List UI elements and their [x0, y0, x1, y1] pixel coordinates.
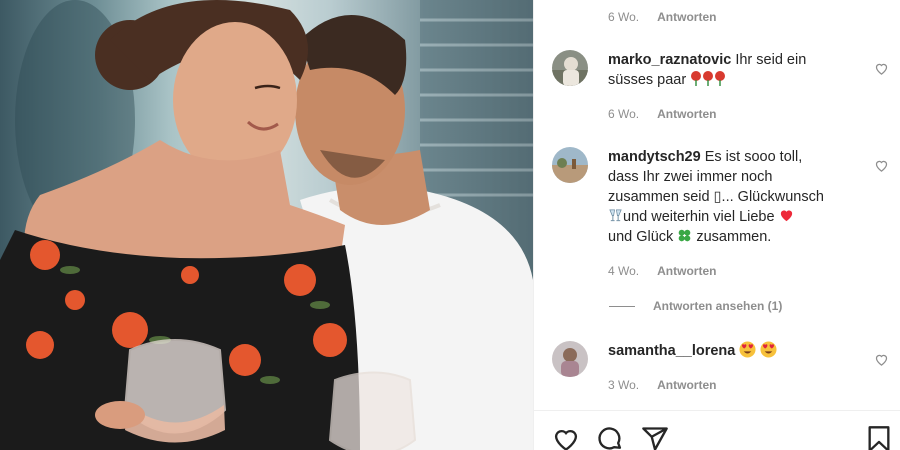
- comment-body-line4: und weiterhin viel Liebe: [623, 209, 775, 225]
- four-leaf-clover-emoji: [679, 229, 691, 242]
- comment-username[interactable]: marko_raznatovic: [608, 52, 731, 68]
- reply-button[interactable]: Antworten: [657, 264, 716, 278]
- reply-button[interactable]: Antworten: [657, 107, 716, 121]
- comment-body: Es ist sooo toll,: [704, 149, 803, 165]
- rose-emoji: [715, 71, 726, 86]
- reply-button[interactable]: Antworten: [657, 10, 716, 24]
- comment-text: marko_raznatovic Ihr seid ein süsses paa…: [608, 50, 853, 90]
- comment-username[interactable]: samantha__lorena: [608, 343, 735, 359]
- rose-emoji: [691, 71, 702, 86]
- like-comment-icon[interactable]: [874, 352, 889, 367]
- comment-text: samantha__lorena: [608, 341, 853, 361]
- comment-meta-row: 6 Wo. Antworten: [608, 10, 716, 24]
- view-replies-button[interactable]: Antworten ansehen (1): [609, 299, 782, 313]
- comment-meta-row: 3 Wo. Antworten: [608, 378, 716, 392]
- comment-body-line5: und Glück: [608, 229, 674, 245]
- avatar[interactable]: [552, 147, 588, 183]
- comment-time: 6 Wo.: [608, 10, 640, 24]
- comment-meta-row: 6 Wo. Antworten: [608, 107, 716, 121]
- comment-time: 3 Wo.: [608, 378, 640, 392]
- divider-line: [609, 305, 635, 307]
- comment-body-line2: dass Ihr zwei immer noch: [608, 169, 773, 185]
- red-heart-emoji: [780, 210, 792, 222]
- comment-body-line2: süsses paar: [608, 72, 687, 88]
- post-actions-bar: [534, 410, 900, 450]
- comment-meta-row: 4 Wo. Antworten: [608, 264, 716, 278]
- heart-eyes-emoji: [739, 341, 756, 358]
- comments-panel: 6 Wo. Antworten marko_raznatovic Ihr sei…: [533, 0, 900, 450]
- comment-text: mandytsch29 Es ist sooo toll, dass Ihr z…: [608, 147, 853, 247]
- bookmark-icon[interactable]: [865, 425, 893, 450]
- avatar[interactable]: [552, 50, 588, 86]
- clinking-glasses-emoji: [609, 209, 622, 222]
- comment-body-line3: zusammen seid ▯... Glückwunsch: [608, 189, 824, 205]
- heart-eyes-emoji: [760, 341, 777, 358]
- reply-button[interactable]: Antworten: [657, 378, 716, 392]
- like-icon[interactable]: [552, 425, 580, 450]
- comment-body-line5-end: zusammen.: [696, 229, 772, 245]
- comment-body: Ihr seid ein: [735, 52, 807, 68]
- couple-photo: [0, 0, 533, 450]
- share-icon[interactable]: [641, 425, 669, 450]
- like-comment-icon[interactable]: [874, 158, 889, 173]
- post-photo[interactable]: [0, 0, 533, 450]
- view-replies-label: Antworten ansehen (1): [653, 299, 783, 313]
- comment-username[interactable]: mandytsch29: [608, 149, 701, 165]
- comment-icon[interactable]: [596, 425, 624, 450]
- rose-emoji: [703, 71, 714, 86]
- comment-time: 6 Wo.: [608, 107, 640, 121]
- comment-time: 4 Wo.: [608, 264, 640, 278]
- avatar[interactable]: [552, 341, 588, 377]
- like-comment-icon[interactable]: [874, 61, 889, 76]
